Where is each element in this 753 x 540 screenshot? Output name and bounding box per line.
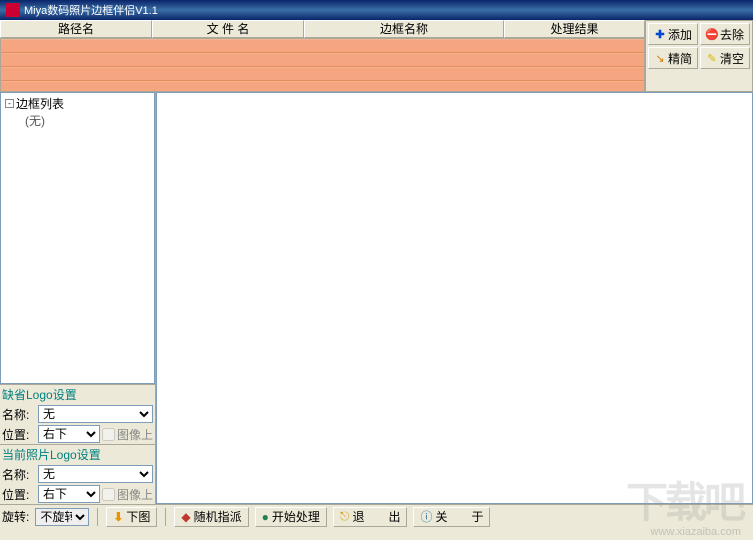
frame-tree[interactable]: - 边框列表 (无) [0,92,155,384]
current-over-checkbox[interactable] [102,488,115,501]
minus-icon: ⛔ [706,28,718,40]
random-assign-label: 随机指派 [194,508,242,525]
next-image-button[interactable]: ⬇ 下图 [106,507,157,527]
col-path[interactable]: 路径名 [0,20,152,38]
start-process-button[interactable]: ● 开始处理 [255,507,327,527]
preview-area [156,92,753,504]
separator [97,508,98,526]
rotate-label: 旋转: [2,508,29,525]
clear-label: 清空 [720,50,744,67]
col-result[interactable]: 处理结果 [504,20,645,38]
left-panel: - 边框列表 (无) 缺省Logo设置 名称: 无 位置: 右下 图像上 [0,92,156,504]
remove-label: 去除 [720,26,744,43]
separator [165,508,166,526]
about-button[interactable]: ⓘ 关 于 [413,507,490,527]
tree-empty-label: (无) [25,114,45,128]
broom-icon: ✎ [706,52,718,64]
window-title: Miya数码照片边框伴侣V1.1 [24,2,158,18]
current-logo-group: 当前照片Logo设置 名称: 无 位置: 右下 图像上 [0,444,155,504]
about-label: 关 于 [435,508,483,525]
remove-button[interactable]: ⛔ 去除 [700,23,750,45]
main-area: - 边框列表 (无) 缺省Logo设置 名称: 无 位置: 右下 图像上 [0,92,753,504]
current-over-label: 图像上 [117,486,153,503]
add-label: 添加 [668,26,692,43]
random-assign-button[interactable]: ◆ 随机指派 [174,507,248,527]
next-image-label: 下图 [126,508,150,525]
tree-collapse-icon[interactable]: - [5,99,14,108]
default-over-label: 图像上 [117,426,153,443]
slim-label: 精简 [668,50,692,67]
exit-label: 退 出 [352,508,400,525]
tree-root-item[interactable]: - 边框列表 [5,95,150,112]
table-header-row: 路径名 文 件 名 边框名称 处理结果 [0,20,645,38]
app-icon [6,3,20,17]
default-name-label: 名称: [2,406,36,423]
clear-button[interactable]: ✎ 清空 [700,47,750,69]
down-arrow-icon: ⬇ [113,510,123,524]
file-list-area: 路径名 文 件 名 边框名称 处理结果 ✚ 添加 ⛔ 去除 ↘ 精简 ✎ 清空 [0,20,753,92]
rotate-select[interactable]: 不旋转 [35,508,89,526]
tree-root-label: 边框列表 [16,95,64,112]
plus-icon: ✚ [654,28,666,40]
table-body-empty[interactable] [0,38,645,92]
arrow-icon: ↘ [654,52,666,64]
default-logo-group: 缺省Logo设置 名称: 无 位置: 右下 图像上 [0,384,155,444]
current-pos-label: 位置: [2,486,36,503]
slim-button[interactable]: ↘ 精简 [648,47,698,69]
start-process-label: 开始处理 [272,508,320,525]
play-icon: ● [262,510,269,524]
dice-icon: ◆ [181,510,190,524]
default-logo-title: 缺省Logo设置 [0,385,155,404]
tree-empty-item[interactable]: (无) [5,112,150,129]
bottom-toolbar: 旋转: 不旋转 ⬇ 下图 ◆ 随机指派 ● 开始处理 ⎋ 退 出 ⓘ 关 于 [0,504,753,528]
default-pos-select[interactable]: 右下 [38,425,100,443]
default-over-checkbox[interactable] [102,428,115,441]
current-pos-select[interactable]: 右下 [38,485,100,503]
col-frame[interactable]: 边框名称 [304,20,504,38]
exit-icon: ⎋ [340,509,350,524]
add-button[interactable]: ✚ 添加 [648,23,698,45]
current-logo-title: 当前照片Logo设置 [0,445,155,464]
info-icon: ⓘ [420,508,432,525]
window-titlebar: Miya数码照片边框伴侣V1.1 [0,0,753,20]
file-table: 路径名 文 件 名 边框名称 处理结果 [0,20,645,92]
default-name-select[interactable]: 无 [38,405,153,423]
exit-button[interactable]: ⎋ 退 出 [333,507,408,527]
list-action-buttons: ✚ 添加 ⛔ 去除 ↘ 精简 ✎ 清空 [645,20,753,92]
current-name-label: 名称: [2,466,36,483]
current-name-select[interactable]: 无 [38,465,153,483]
default-pos-label: 位置: [2,426,36,443]
col-filename[interactable]: 文 件 名 [152,20,304,38]
